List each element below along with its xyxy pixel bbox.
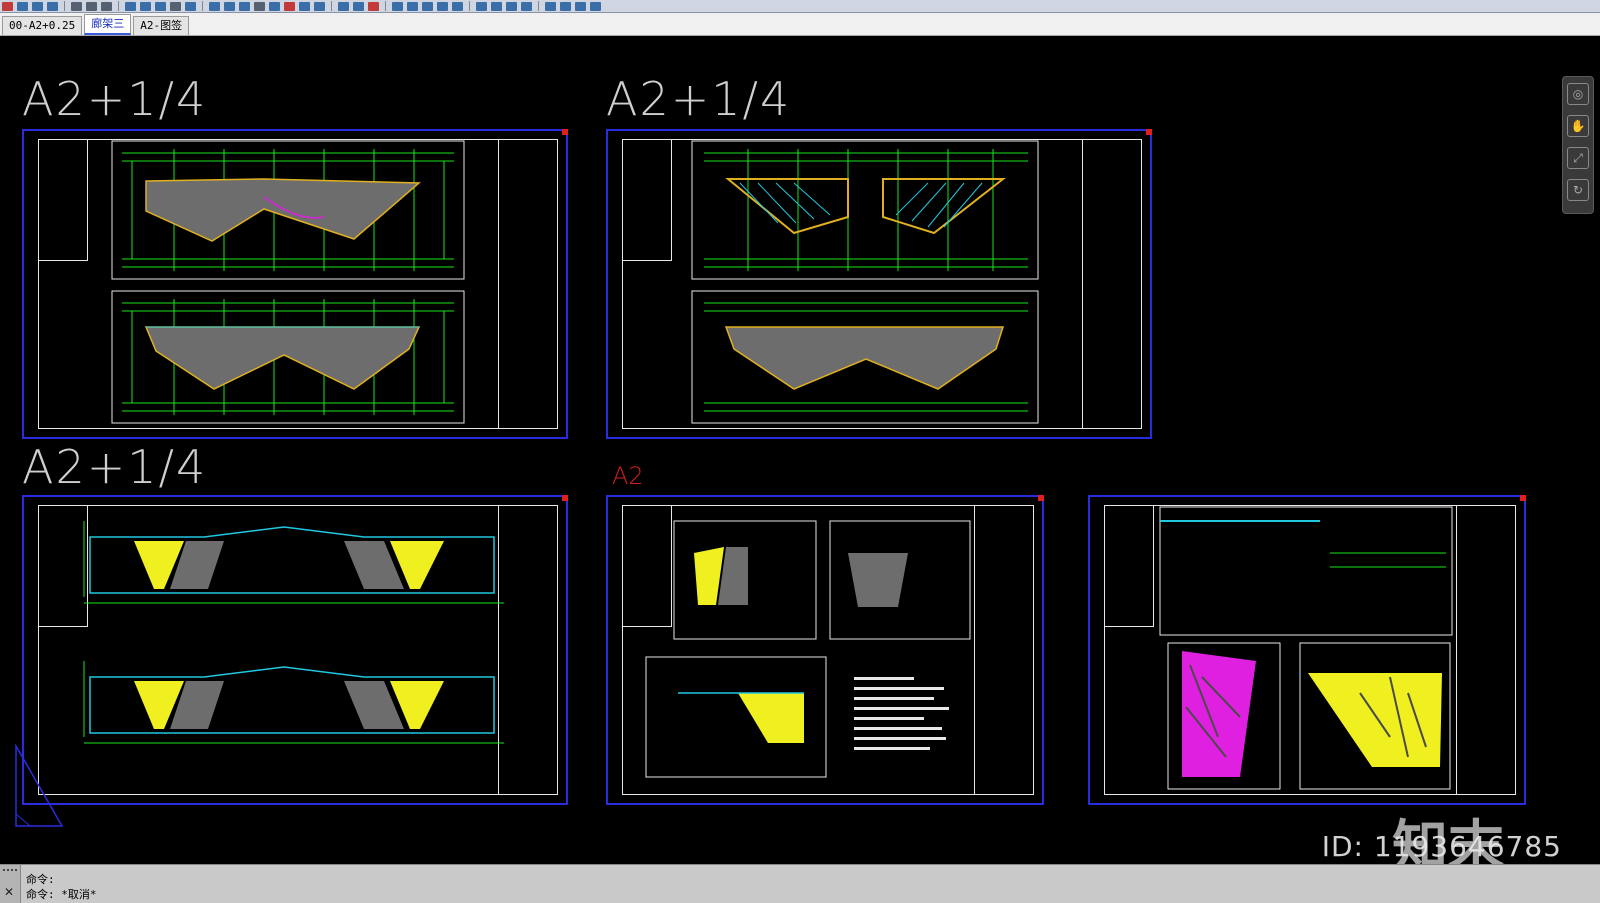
move-icon[interactable] (170, 1, 181, 11)
dimension-icon[interactable] (476, 1, 487, 11)
toolbar-separator (385, 1, 386, 11)
osnap-icon[interactable] (437, 1, 448, 11)
drawing-sheet-plan-1[interactable] (22, 129, 568, 439)
drawing-sheet-details[interactable] (606, 495, 1044, 805)
command-history-line-1: 命令: (26, 873, 55, 886)
publish-icon[interactable] (575, 1, 586, 11)
roof-drawing-graphics (691, 140, 1039, 424)
explode-icon[interactable] (299, 1, 310, 11)
snap-icon[interactable] (392, 1, 403, 11)
mirror-icon[interactable] (338, 1, 349, 11)
watermark-id: ID: 1193646785 (1321, 830, 1562, 863)
save-icon[interactable] (2, 1, 13, 11)
pencil-icon[interactable] (71, 1, 82, 11)
plot-icon[interactable] (545, 1, 556, 11)
ortho-icon[interactable] (407, 1, 418, 11)
elevation-drawing-graphics (83, 521, 504, 744)
command-line-handle[interactable]: ✕ (0, 865, 21, 903)
command-line: ✕ 命令: 命令: *取消* (0, 864, 1600, 903)
perspective-drawing-graphics (1159, 506, 1453, 790)
toolbar-separator (469, 1, 470, 11)
toolbar (0, 0, 1600, 13)
properties-icon[interactable] (32, 1, 43, 11)
toolbar-separator (64, 1, 65, 11)
pan-icon[interactable]: ✋ (1567, 115, 1589, 137)
navigation-bar: ◎ ✋ ⤢ ↻ (1562, 76, 1594, 214)
array-icon[interactable] (353, 1, 364, 11)
toolbar-separator (538, 1, 539, 11)
leader-icon[interactable] (521, 1, 532, 11)
layout-tabs: 00-A2+0.25 廊架三 A2-图签 (0, 13, 1600, 36)
drawing-canvas[interactable]: A2+1/4 A2+1/4 A2+1/4 A2 ◎ ✋ ⤢ ↻ 知末 (0, 36, 1600, 864)
erase-icon[interactable] (284, 1, 295, 11)
plan-drawing-graphics (111, 140, 465, 424)
tab-00-a2[interactable]: 00-A2+0.25 (2, 16, 83, 35)
scale-icon[interactable] (224, 1, 235, 11)
copy-icon[interactable] (185, 1, 196, 11)
ucs-icon (15, 744, 64, 827)
tab-a2-title-block[interactable]: A2-图签 (133, 16, 190, 35)
drawing-sheet-perspective[interactable] (1088, 495, 1526, 805)
close-icon[interactable]: ✕ (4, 885, 14, 899)
polyline-icon[interactable] (101, 1, 112, 11)
grip-icon[interactable] (3, 869, 17, 875)
grid-icon[interactable] (125, 1, 136, 11)
extend-icon[interactable] (254, 1, 265, 11)
polar-icon[interactable] (422, 1, 433, 11)
table-icon[interactable] (506, 1, 517, 11)
drawing-sheet-elevation[interactable] (22, 495, 568, 805)
trim-icon[interactable] (239, 1, 250, 11)
hatch-icon[interactable] (155, 1, 166, 11)
detail-drawing-graphics (645, 520, 971, 778)
otrack-icon[interactable] (452, 1, 463, 11)
fillet-icon[interactable] (269, 1, 280, 11)
preview-icon[interactable] (560, 1, 571, 11)
drawing-sheet-plan-2[interactable] (606, 129, 1152, 439)
block-icon[interactable] (140, 1, 151, 11)
match-icon[interactable] (47, 1, 58, 11)
globe-icon[interactable] (590, 1, 601, 11)
command-history-line-2: 命令: *取消* (26, 888, 97, 901)
toolbar-separator (118, 1, 119, 11)
steering-wheel-icon[interactable]: ◎ (1567, 83, 1589, 105)
offset-icon[interactable] (314, 1, 325, 11)
sheet-label-top-middle: A2+1/4 (606, 72, 792, 126)
text-icon[interactable] (491, 1, 502, 11)
toolbar-separator (331, 1, 332, 11)
toolbar-separator (202, 1, 203, 11)
tab-corridor-3[interactable]: 廊架三 (84, 14, 132, 35)
rotate-icon[interactable] (209, 1, 220, 11)
sheet-label-top-left: A2+1/4 (22, 72, 208, 126)
sheet-label-bottom-middle: A2 (612, 462, 644, 490)
line-icon[interactable] (86, 1, 97, 11)
undo-icon[interactable] (368, 1, 379, 11)
layer-icon[interactable] (17, 1, 28, 11)
sheet-label-bottom-left: A2+1/4 (22, 440, 208, 494)
orbit-icon[interactable]: ↻ (1567, 179, 1589, 201)
zoom-icon[interactable]: ⤢ (1567, 147, 1589, 169)
